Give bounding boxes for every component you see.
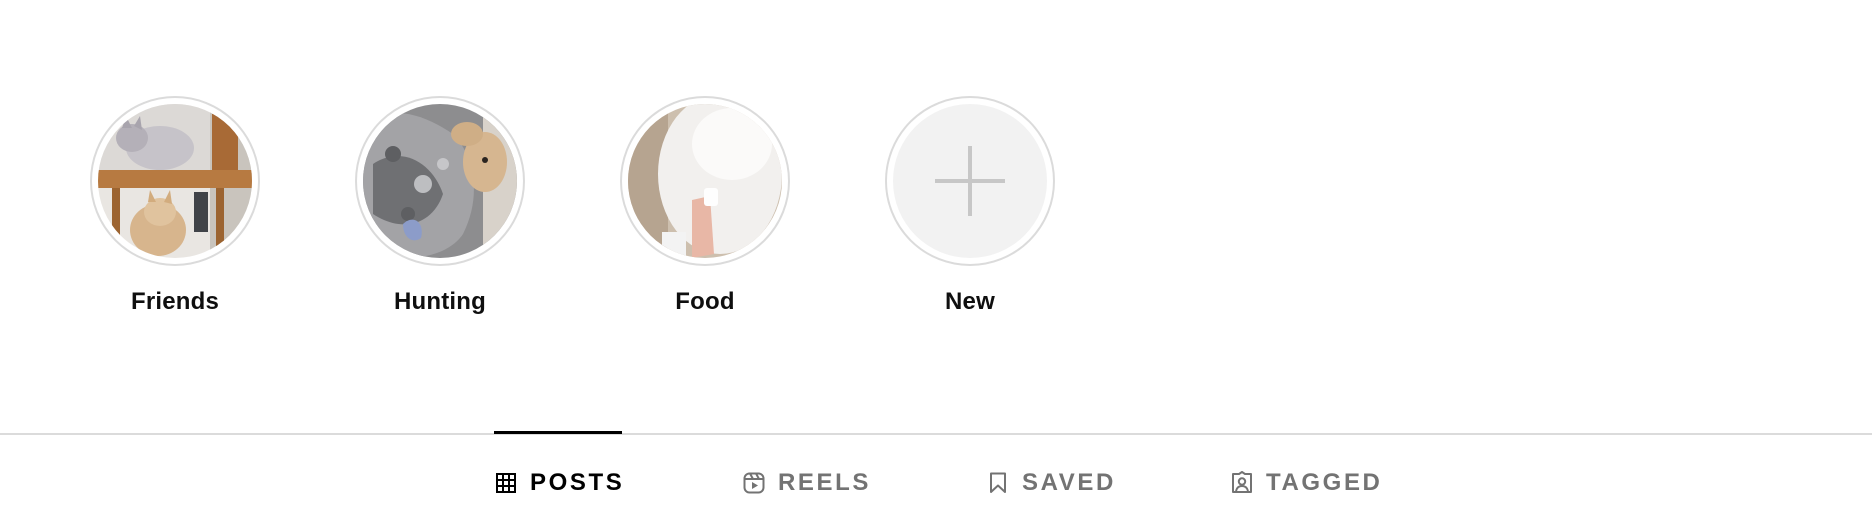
grid-icon: [494, 471, 518, 495]
story-highlights: Friends Hunting Food New: [88, 96, 1057, 316]
highlight-ring: [90, 96, 260, 266]
highlight-thumbnail-hunting: [363, 104, 517, 258]
tab-saved[interactable]: SAVED: [986, 433, 1116, 532]
reels-icon: [742, 471, 766, 495]
highlight-label: New: [945, 288, 995, 315]
highlight-hunting[interactable]: Hunting: [353, 96, 527, 316]
new-highlight-circle: [893, 104, 1047, 258]
highlight-thumbnail-friends: [98, 104, 252, 258]
highlight-ring: [885, 96, 1055, 266]
plus-icon: [935, 146, 1005, 216]
highlight-ring: [355, 96, 525, 266]
highlight-friends[interactable]: Friends: [88, 96, 262, 316]
highlight-label: Food: [675, 288, 735, 315]
white-cat-with-hand-photo: [628, 104, 782, 258]
cats-on-wooden-shelf-photo: [98, 104, 252, 258]
highlight-label: Friends: [130, 288, 220, 315]
highlight-thumbnail-food: [628, 104, 782, 258]
highlight-ring: [620, 96, 790, 266]
profile-tabs: POSTS REELS SAVED TAGGED: [0, 431, 1872, 532]
tab-label: SAVED: [1022, 468, 1116, 496]
tab-label: REELS: [778, 468, 872, 496]
tab-tagged[interactable]: TAGGED: [1230, 433, 1383, 532]
highlight-new[interactable]: New: [883, 96, 1057, 316]
tab-label: TAGGED: [1266, 468, 1383, 496]
tab-label: POSTS: [530, 468, 625, 496]
bookmark-icon: [986, 471, 1010, 495]
tagged-icon: [1230, 470, 1254, 495]
highlight-label: Hunting: [393, 288, 487, 315]
tab-reels[interactable]: REELS: [742, 433, 871, 532]
highlight-food[interactable]: Food: [618, 96, 792, 316]
tab-posts[interactable]: POSTS: [494, 431, 625, 532]
cat-on-patterned-blanket-photo: [363, 104, 517, 258]
